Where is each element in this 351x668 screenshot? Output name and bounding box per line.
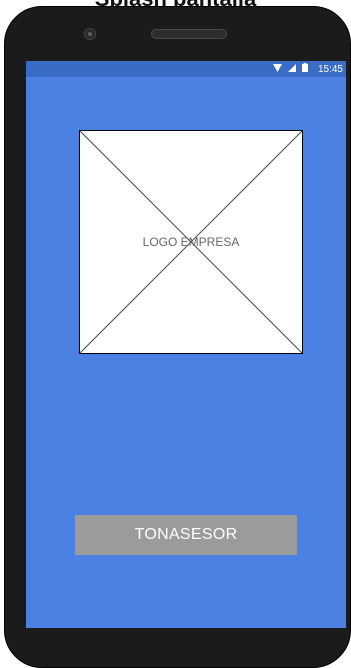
logo-placeholder: LOGO EMPRESA <box>79 130 303 354</box>
speaker-grille <box>151 29 227 39</box>
front-camera-icon <box>84 28 96 40</box>
logo-label: LOGO EMPRESA <box>142 235 240 249</box>
status-time: 15:45 <box>317 63 343 75</box>
app-screen: 15:45 LOGO EMPRESA TONASESOR <box>26 61 346 628</box>
cell-signal-icon <box>287 63 296 76</box>
wifi-icon <box>272 63 282 76</box>
status-bar: 15:45 <box>26 61 346 77</box>
tonasesor-button[interactable]: TONASESOR <box>75 515 297 555</box>
battery-icon <box>301 63 308 76</box>
phone-frame: 15:45 LOGO EMPRESA TONASESOR <box>4 6 351 668</box>
